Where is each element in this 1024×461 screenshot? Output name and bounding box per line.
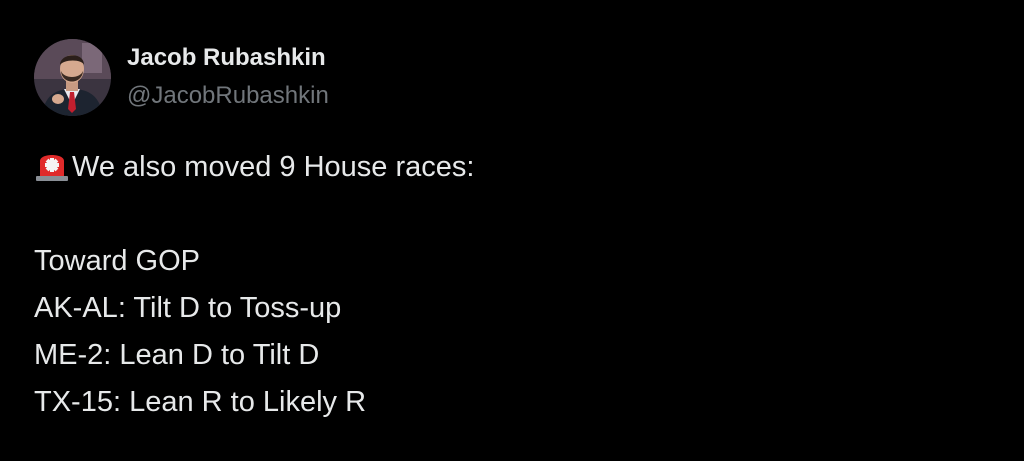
tweet-line: Toward GOP	[34, 245, 200, 277]
tweet-card: Jacob Rubashkin @JacobRubashkin We also …	[0, 0, 1024, 461]
author-display-name[interactable]: Jacob Rubashkin	[127, 43, 329, 73]
tweet-line: TX-15: Lean R to Likely R	[34, 386, 367, 418]
avatar[interactable]	[34, 38, 111, 116]
author-handle[interactable]: @JacobRubashkin	[127, 81, 329, 111]
tweet-header: Jacob Rubashkin @JacobRubashkin	[34, 37, 329, 117]
tweet-line: ME-2: Lean D to Tilt D	[34, 339, 320, 371]
tweet-intro-line: We also moved 9 House races:	[34, 144, 994, 191]
tweet-line: AK-AL: Tilt D to Toss-up	[34, 292, 342, 324]
author-names: Jacob Rubashkin @JacobRubashkin	[127, 43, 329, 111]
tweet-text: We also moved 9 House races: Toward GOP …	[34, 144, 994, 426]
police-car-light-icon	[34, 149, 70, 196]
tweet-intro-text: We also moved 9 House races:	[72, 151, 475, 183]
